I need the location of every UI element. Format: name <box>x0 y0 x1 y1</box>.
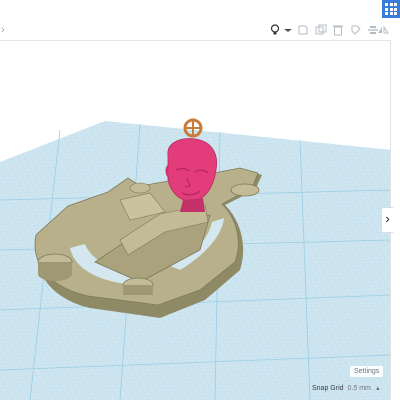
toolbar: › <box>0 20 392 41</box>
caret-icon[interactable]: ▲ <box>375 386 381 392</box>
delete-icon[interactable] <box>331 23 345 37</box>
snap-grid-control[interactable]: Snap Grid 0.5 mm ▲ <box>312 385 381 392</box>
3d-viewport[interactable] <box>0 41 392 400</box>
snap-grid-value[interactable]: 0.5 mm <box>348 385 371 392</box>
chevron-down-icon[interactable] <box>281 23 295 37</box>
mirror-icon[interactable] <box>376 23 390 37</box>
top-bar <box>0 0 400 20</box>
workplane-scene <box>0 118 392 400</box>
apps-grid-icon <box>385 3 397 15</box>
group-icon[interactable] <box>349 23 363 37</box>
ring-model[interactable] <box>183 118 203 138</box>
duplicate-icon[interactable] <box>314 23 328 37</box>
snap-grid-label: Snap Grid <box>312 385 344 392</box>
toolbar-back-icon[interactable]: › <box>1 24 5 36</box>
settings-button[interactable]: Settings <box>350 366 384 377</box>
apps-grid-button[interactable] <box>382 0 400 18</box>
copy-icon[interactable] <box>296 23 310 37</box>
panel-toggle-button[interactable]: › <box>381 207 393 233</box>
lightbulb-icon[interactable] <box>268 23 282 37</box>
